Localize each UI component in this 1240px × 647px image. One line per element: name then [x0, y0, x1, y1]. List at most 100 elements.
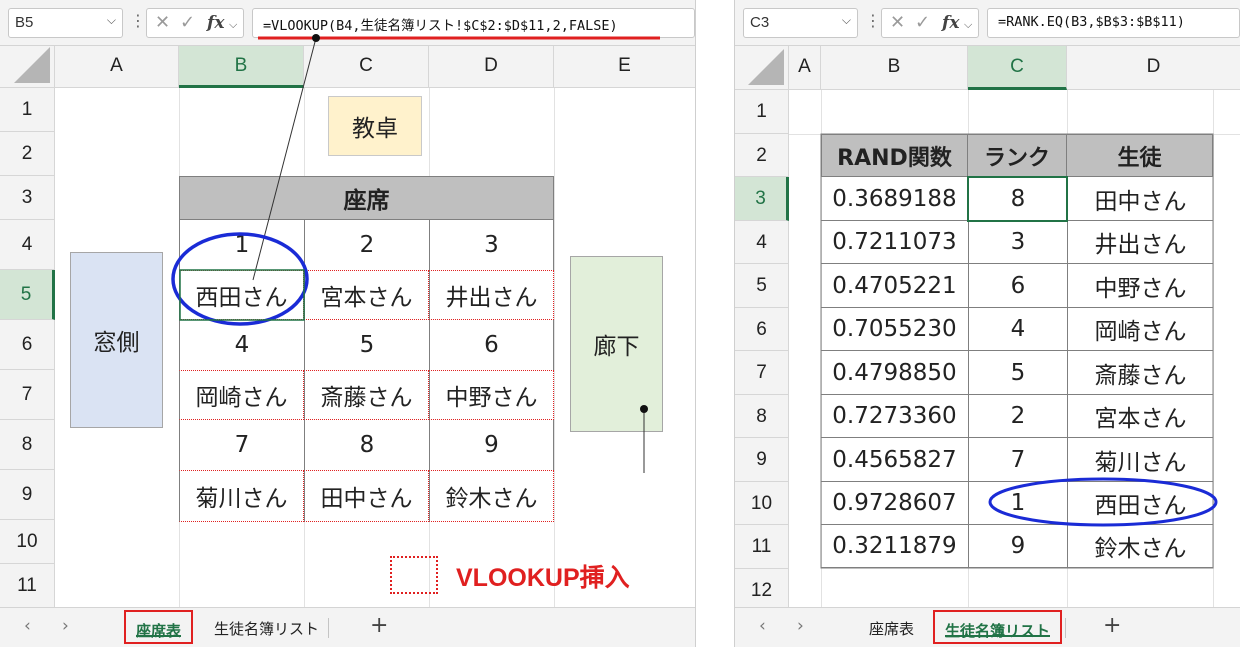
nav-right-icon[interactable]: › [62, 616, 69, 636]
seat-name-cell[interactable]: 宮本さん [304, 270, 429, 320]
rand-value-cell[interactable]: 0.7273360 [821, 395, 968, 438]
student-name-cell[interactable]: 井出さん [1067, 221, 1213, 264]
tab-student-roster[interactable]: 生徒名簿リスト [204, 610, 329, 644]
student-name-cell[interactable]: 宮本さん [1067, 395, 1213, 438]
chevron-down-icon[interactable]: ⌵ [842, 13, 851, 28]
rank-cell[interactable]: 4 [968, 308, 1067, 351]
row-header-10[interactable]: 10 [0, 520, 55, 564]
tab-seating-chart[interactable]: 座席表 [124, 610, 194, 644]
row-header-10[interactable]: 10 [735, 482, 789, 525]
more-options-icon[interactable]: ⋮ [130, 11, 146, 30]
column-header-b[interactable]: B [179, 46, 304, 88]
student-name-cell[interactable]: 西田さん [1067, 482, 1213, 525]
rand-value-cell[interactable]: 0.9728607 [821, 482, 968, 525]
formula-buttons: ✕ ✓ fx ⌵ [146, 8, 244, 38]
cancel-icon[interactable]: ✕ [890, 12, 905, 33]
rand-value-cell[interactable]: 0.4565827 [821, 438, 968, 482]
row-header-12[interactable]: 12 [735, 569, 789, 609]
tab-student-roster[interactable]: 生徒名簿リスト [933, 610, 1063, 644]
seat-name-cell[interactable]: 鈴木さん [429, 470, 554, 522]
student-name-cell[interactable]: 菊川さん [1067, 438, 1213, 482]
rank-cell[interactable]: 5 [968, 351, 1067, 395]
seat-name-cell[interactable]: 田中さん [304, 470, 429, 522]
nav-left-icon[interactable]: ‹ [759, 616, 766, 636]
column-header-c[interactable]: C [968, 46, 1067, 90]
nav-right-icon[interactable]: › [797, 616, 804, 636]
select-all-corner-icon[interactable] [735, 46, 789, 90]
select-all-corner-icon[interactable] [0, 46, 55, 88]
add-sheet-icon[interactable]: + [1103, 613, 1121, 638]
rank-cell[interactable]: 3 [968, 221, 1067, 264]
rank-cell[interactable]: 1 [968, 482, 1067, 525]
row-header-4[interactable]: 4 [0, 220, 55, 270]
row-header-8[interactable]: 8 [735, 395, 789, 438]
row-header-5[interactable]: 5 [735, 264, 789, 308]
rand-value-cell[interactable]: 0.4705221 [821, 264, 968, 308]
rand-value-cell[interactable]: 0.3689188 [821, 177, 968, 221]
rand-value-cell[interactable]: 0.7211073 [821, 221, 968, 264]
row-header-3[interactable]: 3 [0, 176, 55, 220]
more-options-icon[interactable]: ⋮ [865, 11, 881, 30]
row-header-8[interactable]: 8 [0, 420, 55, 470]
seat-number: 8 [304, 420, 429, 470]
rank-cell[interactable]: 6 [968, 264, 1067, 308]
function-fx-icon[interactable]: fx [207, 13, 224, 33]
tab-seating-chart[interactable]: 座席表 [859, 610, 924, 644]
rank-cell[interactable]: 7 [968, 438, 1067, 482]
seat-name-cell[interactable]: 菊川さん [179, 470, 304, 522]
column-header-d[interactable]: D [1067, 46, 1240, 90]
name-box[interactable]: B5 ⌵ [8, 8, 123, 38]
column-header-d[interactable]: D [429, 46, 554, 88]
seat-name-cell[interactable]: 中野さん [429, 370, 554, 420]
cancel-icon[interactable]: ✕ [155, 12, 170, 33]
rand-value-cell[interactable]: 0.3211879 [821, 525, 968, 568]
seat-name-cell[interactable]: 西田さん [179, 270, 304, 320]
rank-cell[interactable]: 9 [968, 525, 1067, 568]
row-header-5[interactable]: 5 [0, 270, 55, 320]
student-name-cell[interactable]: 岡崎さん [1067, 308, 1213, 351]
nav-left-icon[interactable]: ‹ [24, 616, 31, 636]
formula-input[interactable]: =VLOOKUP(B4,生徒名簿リスト!$C$2:$D$11,2,FALSE) [252, 8, 695, 38]
rank-cell[interactable]: 2 [968, 395, 1067, 438]
formula-input[interactable]: =RANK.EQ(B3,$B$3:$B$11) [987, 8, 1240, 38]
student-name-cell[interactable]: 田中さん [1067, 177, 1213, 221]
row-header-7[interactable]: 7 [735, 351, 789, 395]
chevron-down-icon[interactable]: ⌵ [964, 18, 972, 32]
column-header-e[interactable]: E [554, 46, 695, 88]
row-header-1[interactable]: 1 [735, 90, 789, 134]
enter-check-icon[interactable]: ✓ [915, 12, 930, 33]
row-header-6[interactable]: 6 [0, 320, 55, 370]
seat-name-cell[interactable]: 井出さん [429, 270, 554, 320]
chevron-down-icon[interactable]: ⌵ [229, 18, 237, 32]
row-header-2[interactable]: 2 [0, 132, 55, 176]
rand-value-cell[interactable]: 0.7055230 [821, 308, 968, 351]
row-header-11[interactable]: 11 [735, 525, 789, 569]
row-header-9[interactable]: 9 [0, 470, 55, 520]
student-name-cell[interactable]: 中野さん [1067, 264, 1213, 308]
row-header-1[interactable]: 1 [0, 88, 55, 132]
row-header-2[interactable]: 2 [735, 134, 789, 177]
rank-cell[interactable]: 8 [968, 177, 1067, 221]
seat-name-cell[interactable]: 斎藤さん [304, 370, 429, 420]
rand-value-cell[interactable]: 0.4798850 [821, 351, 968, 395]
column-header-a[interactable]: A [789, 46, 821, 90]
row-header-9[interactable]: 9 [735, 438, 789, 482]
column-header-c[interactable]: C [304, 46, 429, 88]
enter-check-icon[interactable]: ✓ [180, 12, 195, 33]
column-header-a[interactable]: A [55, 46, 179, 88]
row-header-3[interactable]: 3 [735, 177, 789, 221]
name-box[interactable]: C3 ⌵ [743, 8, 858, 38]
seat-name-cell[interactable]: 岡崎さん [179, 370, 304, 420]
row-header-6[interactable]: 6 [735, 308, 789, 351]
legend-label: VLOOKUP挿入 [456, 564, 630, 592]
chevron-down-icon[interactable]: ⌵ [107, 13, 116, 28]
row-header-11[interactable]: 11 [0, 564, 55, 608]
window-side-label: 窓側 [70, 252, 163, 428]
row-header-4[interactable]: 4 [735, 221, 789, 264]
row-header-7[interactable]: 7 [0, 370, 55, 420]
column-header-b[interactable]: B [821, 46, 968, 90]
student-name-cell[interactable]: 鈴木さん [1067, 525, 1213, 568]
student-name-cell[interactable]: 斎藤さん [1067, 351, 1213, 395]
function-fx-icon[interactable]: fx [942, 13, 959, 33]
add-sheet-icon[interactable]: + [370, 613, 388, 638]
